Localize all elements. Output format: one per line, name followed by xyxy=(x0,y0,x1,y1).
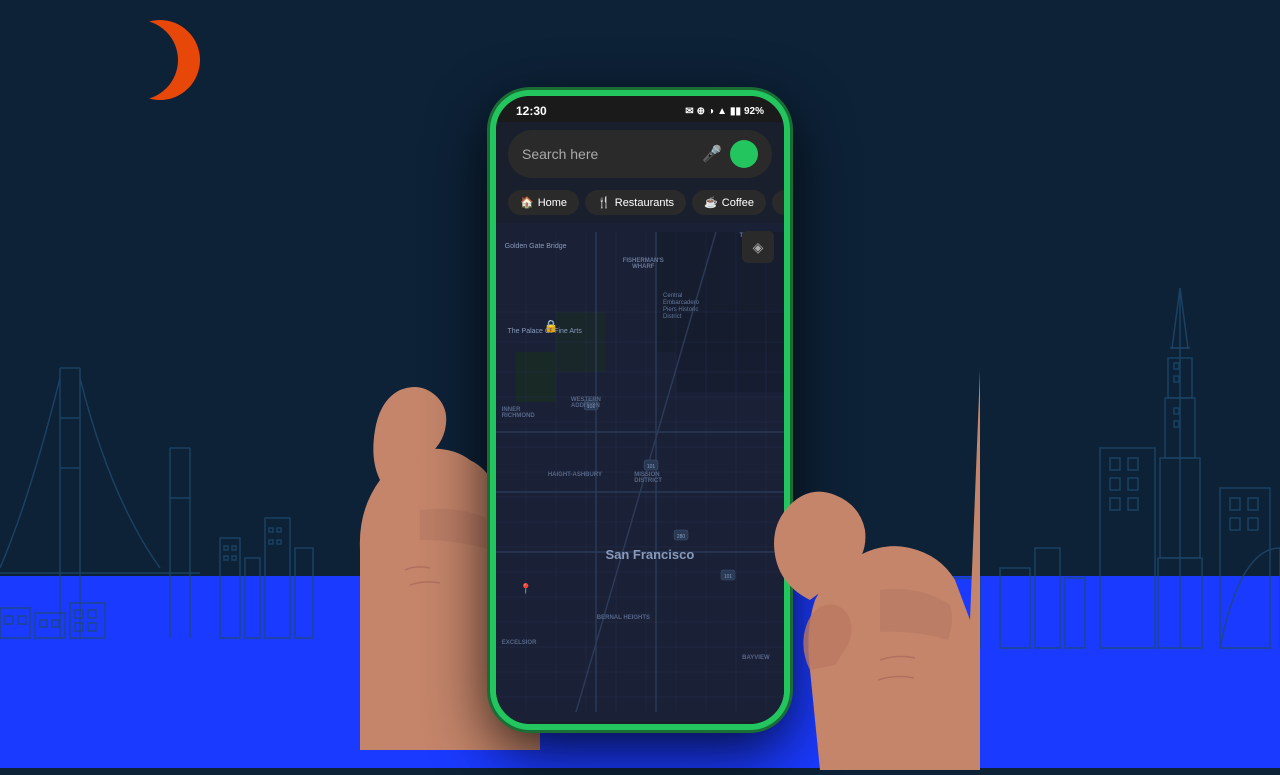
moon-shape xyxy=(120,20,200,100)
label-mission: MISSIONDISTRICT xyxy=(634,472,662,484)
label-golden-gate: Golden Gate Bridge xyxy=(505,243,567,250)
label-fishermans-wharf: FISHERMAN'SWHARF xyxy=(623,258,664,270)
label-bernal: BERNAL HEIGHTS xyxy=(597,615,650,621)
svg-text:280: 280 xyxy=(677,534,686,540)
svg-text:101: 101 xyxy=(724,574,733,580)
brightness-icon: ◑ xyxy=(708,106,714,117)
chip-restaurants-label: Restaurants xyxy=(615,197,674,209)
svg-text:101: 101 xyxy=(647,464,656,470)
label-san-francisco: San Francisco xyxy=(605,547,694,562)
hand-right xyxy=(760,370,980,770)
category-chips: 🏠 Home 🍴 Restaurants ☕ Coffee 🍸 B xyxy=(496,186,784,223)
phone-device: 12:30 ✉ ⊕ ◑ ▲ ▮▮ 92% Search here 🎤 xyxy=(490,90,790,730)
phone-screen: 12:30 ✉ ⊕ ◑ ▲ ▮▮ 92% Search here 🎤 xyxy=(496,96,784,724)
moon-decoration xyxy=(120,20,200,100)
label-embarcadero: CentralEmbarcaderoPiers HistoricDistrict xyxy=(663,293,699,322)
email-icon: ✉ xyxy=(685,106,693,117)
coffee-icon: ☕ xyxy=(704,196,718,209)
restaurant-icon: 🍴 xyxy=(597,196,611,209)
chip-bars[interactable]: 🍸 B xyxy=(772,190,784,215)
chip-restaurants[interactable]: 🍴 Restaurants xyxy=(585,190,686,215)
location-icon: ⊕ xyxy=(697,106,705,117)
label-haight: HAIGHT-ASHBURY xyxy=(548,472,602,478)
phone-scene: 12:30 ✉ ⊕ ◑ ▲ ▮▮ 92% Search here 🎤 xyxy=(380,30,900,750)
chip-home[interactable]: 🏠 Home xyxy=(508,190,579,215)
label-palace: The Palace Of Fine Arts xyxy=(508,328,582,336)
label-excelsior: EXCELSIOR xyxy=(502,640,537,646)
search-bar[interactable]: Search here 🎤 xyxy=(508,130,772,178)
map-area[interactable]: 101 101 280 101 🔒 📍 Golden Gate Bridge T… xyxy=(496,223,784,721)
status-icons: ✉ ⊕ ◑ ▲ ▮▮ 92% xyxy=(685,106,764,117)
svg-text:📍: 📍 xyxy=(520,582,532,595)
wifi-icon: ▲ xyxy=(717,106,727,117)
status-time: 12:30 xyxy=(516,104,547,118)
search-placeholder: Search here xyxy=(522,146,694,162)
status-bar: 12:30 ✉ ⊕ ◑ ▲ ▮▮ 92% xyxy=(496,96,784,122)
label-inner-richmond: INNERRICHMOND xyxy=(502,407,535,419)
layer-button[interactable]: ◈ xyxy=(742,231,774,263)
battery-level: 92% xyxy=(744,106,764,117)
maps-dot xyxy=(730,140,758,168)
chip-coffee-label: Coffee xyxy=(722,197,754,209)
mic-icon[interactable]: 🎤 xyxy=(702,144,722,164)
layer-icon: ◈ xyxy=(753,239,764,256)
skyline-left xyxy=(0,318,320,668)
home-icon: 🏠 xyxy=(520,196,534,209)
chip-coffee[interactable]: ☕ Coffee xyxy=(692,190,766,215)
signal-icon: ▮▮ xyxy=(730,106,741,117)
chip-home-label: Home xyxy=(538,197,567,209)
label-western-addition: WESTERNADDITION xyxy=(571,397,601,409)
